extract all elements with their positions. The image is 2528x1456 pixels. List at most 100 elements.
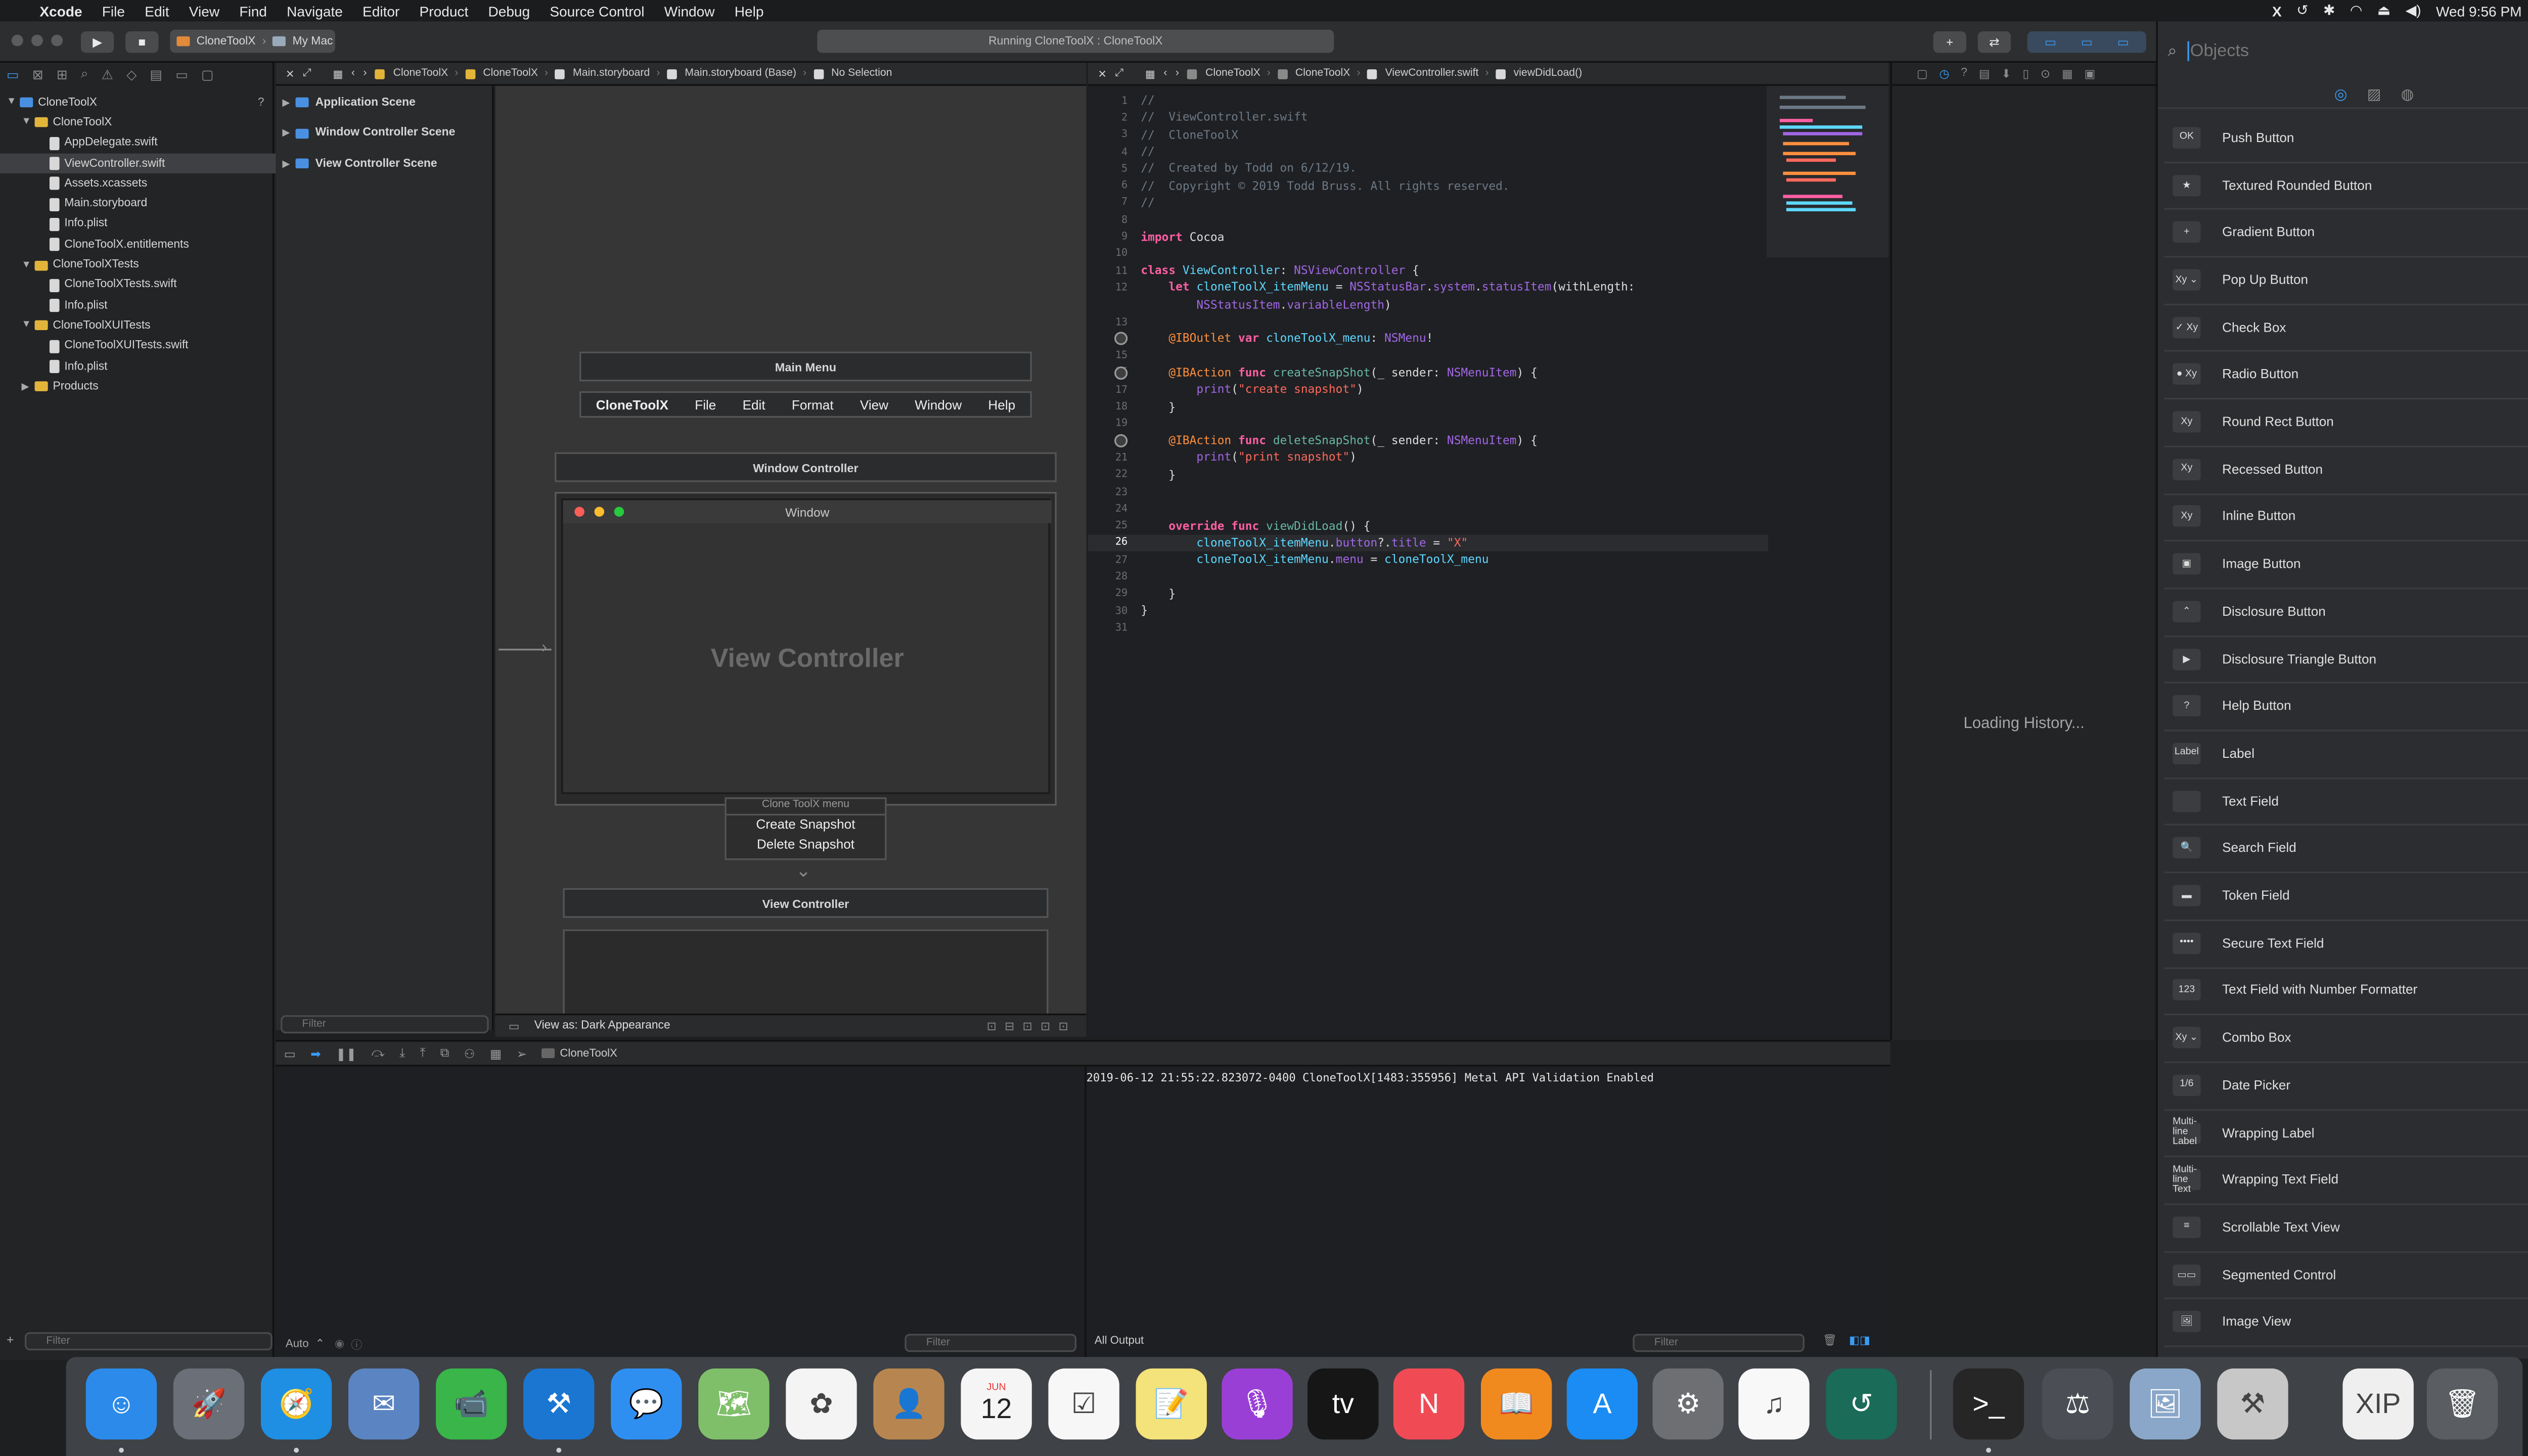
library-item[interactable]: ? Help Button bbox=[2164, 682, 2528, 732]
file-item[interactable]: CloneToolX.entitlements bbox=[0, 235, 310, 255]
menu-item-debug[interactable]: Debug bbox=[478, 3, 540, 19]
code-line[interactable]: 23 bbox=[1088, 483, 1768, 500]
folder-tab-icon[interactable]: ▭ bbox=[7, 67, 19, 81]
code-line[interactable]: NSStatusItem.variableLength) bbox=[1088, 296, 1768, 313]
run-button[interactable]: ▶ bbox=[80, 31, 114, 53]
books-icon[interactable]: 📖 bbox=[1480, 1368, 1552, 1440]
folder-item[interactable]: ▼ CloneToolX? bbox=[0, 93, 281, 113]
source-control-tab-icon[interactable]: ⊠ bbox=[32, 67, 43, 81]
app-store-icon[interactable]: A bbox=[1566, 1368, 1638, 1440]
identity-inspector-icon[interactable]: ▤ bbox=[1979, 67, 1990, 80]
storyboard-menu-item[interactable]: Format bbox=[792, 397, 834, 412]
library-item[interactable]: •••• Secure Text Field bbox=[2164, 919, 2528, 969]
report-tab-icon[interactable]: ▢ bbox=[201, 67, 214, 81]
eject-icon[interactable]: ⏏ bbox=[2377, 2, 2391, 20]
forward-icon[interactable]: › bbox=[363, 68, 367, 79]
library-item[interactable]: + Gradient Button bbox=[2164, 209, 2528, 258]
memory-graph-icon[interactable]: ⚇ bbox=[464, 1046, 475, 1061]
volume-icon[interactable]: ◀) bbox=[2406, 2, 2421, 20]
preview-icon[interactable]: 🖼 bbox=[2130, 1368, 2201, 1440]
mail-icon[interactable]: ✉ bbox=[348, 1368, 420, 1440]
library-item[interactable]: ▶ Disclosure Triangle Button bbox=[2164, 635, 2528, 685]
expand-icon[interactable]: ⤢ bbox=[303, 67, 311, 80]
outline-scene[interactable]: ▶ Application Scene bbox=[276, 93, 500, 113]
view-controller-header[interactable]: View Controller bbox=[563, 888, 1049, 918]
xip-file-icon[interactable]: XIP bbox=[2342, 1368, 2414, 1440]
navigator-filter-input[interactable]: Filter bbox=[24, 1332, 273, 1351]
clock[interactable]: Wed 9:56 PM bbox=[2436, 3, 2522, 19]
code-line[interactable]: 19 bbox=[1088, 416, 1768, 433]
source-editor[interactable]: 1 // 2 // ViewController.swift 3 // CloneTool… bbox=[1088, 85, 1889, 1037]
trash-icon[interactable]: 🗑 bbox=[1823, 1334, 1837, 1347]
code-review-button[interactable]: ⇄ bbox=[1977, 31, 2011, 53]
history-inspector-icon[interactable]: ◷ bbox=[1939, 67, 1950, 80]
effects-inspector-icon[interactable]: ▣ bbox=[2084, 67, 2095, 80]
file-item[interactable]: ViewController.swift bbox=[0, 153, 310, 174]
code-line[interactable]: 20 @IBAction func deleteSnapShot(_ sende… bbox=[1088, 433, 1768, 450]
appearance-label[interactable]: View as: Dark Appearance bbox=[534, 1020, 670, 1032]
code-line[interactable]: 7 // bbox=[1088, 195, 1768, 212]
folder-item[interactable]: ▼ CloneToolXUITests bbox=[0, 316, 295, 336]
minimap[interactable] bbox=[1766, 85, 1889, 258]
main-menu-bar[interactable]: CloneToolX File Edit Format View Window Help bbox=[579, 391, 1032, 418]
code-line[interactable]: 2 // ViewController.swift bbox=[1088, 109, 1768, 126]
podcasts-icon[interactable]: 🎙 bbox=[1222, 1368, 1293, 1440]
hide-debug-icon[interactable]: ▭ bbox=[284, 1046, 296, 1061]
outline-toggle-icon[interactable]: ▭ bbox=[509, 1019, 520, 1033]
close-editor-icon[interactable]: ✕ bbox=[286, 67, 295, 80]
window-scene[interactable]: Window View Controller bbox=[555, 492, 1057, 806]
find-tab-icon[interactable]: ⌕ bbox=[81, 66, 88, 83]
file-item[interactable]: Main.storyboard bbox=[0, 194, 310, 214]
code-line[interactable]: 9 import Cocoa bbox=[1088, 229, 1768, 246]
library-item[interactable]: ▭▭ Segmented Control bbox=[2164, 1251, 2528, 1300]
library-item[interactable]: 123 Text Field with Number Formatter bbox=[2164, 967, 2528, 1016]
code-line[interactable]: 13 bbox=[1088, 313, 1768, 331]
window-controller-header[interactable]: Window Controller bbox=[555, 452, 1057, 482]
toggle-inspector-icon[interactable]: ▭ bbox=[2105, 35, 2141, 50]
disclosure-icon[interactable]: ▼ bbox=[21, 260, 34, 270]
code-line[interactable]: 28 bbox=[1088, 569, 1768, 586]
messages-icon[interactable]: 💬 bbox=[611, 1368, 682, 1440]
view-hierarchy-icon[interactable]: ⧉ bbox=[440, 1045, 449, 1062]
disclosure-triangle-icon[interactable]: ▶ bbox=[282, 97, 295, 109]
library-item[interactable]: Text Field bbox=[2164, 777, 2528, 827]
library-item[interactable]: ▣ Image Button bbox=[2164, 540, 2528, 589]
maps-icon[interactable]: 🗺 bbox=[698, 1368, 770, 1440]
info-icon[interactable]: ⓘ bbox=[351, 1336, 362, 1352]
disclosure-icon[interactable]: ▼ bbox=[21, 321, 34, 331]
process-selector[interactable]: CloneToolX bbox=[541, 1048, 617, 1059]
storyboard-menu-item[interactable]: Window bbox=[915, 397, 962, 412]
forward-icon[interactable]: › bbox=[1176, 68, 1179, 79]
code-line[interactable]: 29 } bbox=[1088, 585, 1768, 603]
code-line[interactable]: 11 class ViewController: NSViewController… bbox=[1088, 262, 1768, 280]
menu-item-help[interactable]: Help bbox=[725, 3, 774, 19]
file-item[interactable]: AppDelegate.swift bbox=[0, 133, 310, 153]
library-item[interactable]: Xy ⌄ Combo Box bbox=[2164, 1014, 2528, 1063]
finder-icon[interactable]: ☺ bbox=[85, 1368, 157, 1440]
time-machine-status-icon[interactable]: ↺ bbox=[2296, 2, 2309, 20]
split-view-icon[interactable]: ◧◨ bbox=[1849, 1334, 1870, 1347]
disclosure-triangle-icon[interactable]: ▶ bbox=[282, 127, 295, 139]
code-line[interactable]: 24 bbox=[1088, 500, 1768, 518]
library-item[interactable]: ✓ Xy Check Box bbox=[2164, 303, 2528, 353]
popup-menu-item[interactable]: Create Snapshot bbox=[727, 815, 885, 835]
back-icon[interactable]: ‹ bbox=[351, 68, 355, 79]
wifi-icon[interactable]: ◠ bbox=[2350, 2, 2362, 20]
output-selector[interactable]: All Output bbox=[1095, 1336, 1144, 1347]
notes-icon[interactable]: 📝 bbox=[1136, 1368, 1207, 1440]
news-icon[interactable]: N bbox=[1393, 1368, 1465, 1440]
symbol-tab-icon[interactable]: ⊞ bbox=[57, 67, 68, 81]
bluetooth-icon[interactable]: ✱ bbox=[2323, 2, 2335, 20]
xcode-archive-icon[interactable]: ⚒ bbox=[2217, 1368, 2288, 1440]
code-line[interactable]: 10 bbox=[1088, 246, 1768, 263]
storyboard-menu-item[interactable]: File bbox=[695, 397, 716, 412]
menu-item-view[interactable]: View bbox=[179, 3, 230, 19]
popup-menu-item[interactable]: Delete Snapshot bbox=[727, 835, 885, 855]
system-preferences-icon[interactable]: ⚙ bbox=[1652, 1368, 1724, 1440]
library-item[interactable]: 🖼 Image View bbox=[2164, 1298, 2528, 1348]
code-line[interactable]: 25 override func viewDidLoad() { bbox=[1088, 518, 1768, 535]
connections-inspector-icon[interactable]: ⊙ bbox=[2041, 67, 2050, 80]
code-line[interactable]: 17 print("create snapshot") bbox=[1088, 382, 1768, 399]
file-item[interactable]: Assets.xcassets bbox=[0, 173, 310, 194]
outline-filter-input[interactable]: Filter bbox=[281, 1015, 489, 1034]
